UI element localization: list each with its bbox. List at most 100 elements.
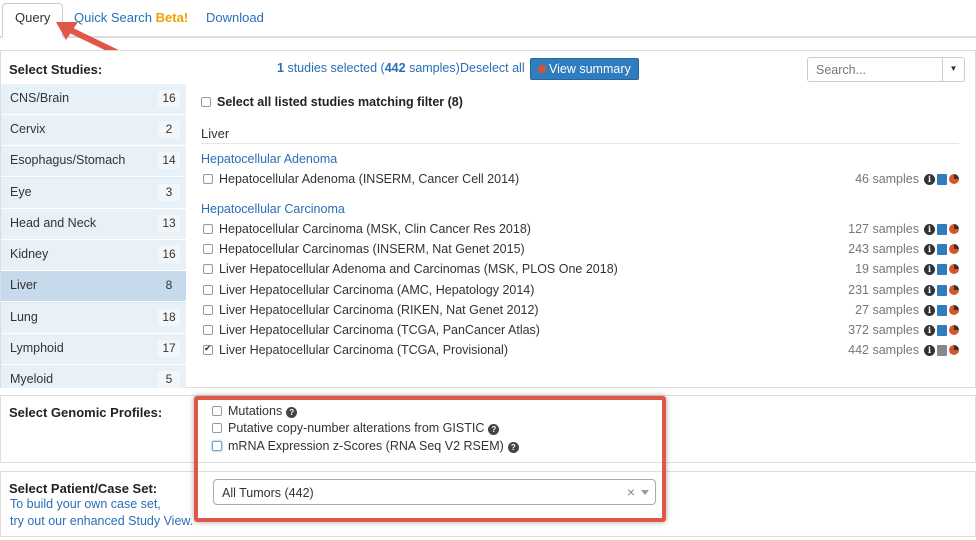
study-checkbox[interactable]: [203, 224, 213, 234]
study-row[interactable]: Hepatocellular Carcinoma (MSK, Clin Canc…: [201, 222, 959, 240]
search-dropdown-caret-icon[interactable]: ▼: [942, 58, 964, 81]
study-sample-count: 442 samples: [848, 343, 919, 357]
subgroup-hepatocellular-carcinoma[interactable]: Hepatocellular Carcinoma: [201, 202, 345, 216]
sidebar-item-count: 18: [158, 309, 180, 326]
study-name: Hepatocellular Carcinoma (MSK, Clin Canc…: [219, 222, 531, 236]
cancer-type-sidebar: CNS/Brain 16 Cervix 2 Esophagus/Stomach …: [1, 84, 186, 388]
selected-text-end: samples): [409, 61, 460, 75]
publication-icon[interactable]: [937, 285, 947, 296]
beta-badge: Beta!: [155, 10, 189, 25]
study-row[interactable]: Liver Hepatocellular Carcinoma (AMC, Hep…: [201, 283, 959, 301]
sidebar-item-label: Esophagus/Stomach: [10, 153, 126, 167]
tab-bar: Query Quick Search Beta! Download: [0, 0, 976, 38]
info-icon[interactable]: i: [924, 174, 935, 185]
info-icon[interactable]: i: [924, 244, 935, 255]
tab-download[interactable]: Download: [194, 4, 276, 38]
study-sample-count: 243 samples: [848, 242, 919, 256]
info-icon[interactable]: i: [924, 264, 935, 275]
study-name: Liver Hepatocellular Carcinoma (AMC, Hep…: [219, 283, 535, 297]
sidebar-item-liver[interactable]: Liver 8: [1, 271, 186, 302]
pie-chart-icon[interactable]: [949, 305, 959, 315]
case-set-link-line2[interactable]: try out our enhanced Study View.: [10, 514, 193, 528]
sidebar-item-label: Lung: [10, 310, 38, 324]
view-summary-button[interactable]: View summary: [530, 58, 639, 80]
study-row[interactable]: Liver Hepatocellular Adenoma and Carcino…: [201, 262, 959, 280]
study-name: Liver Hepatocellular Adenoma and Carcino…: [219, 262, 618, 276]
study-row[interactable]: Liver Hepatocellular Carcinoma (TCGA, Pa…: [201, 323, 959, 341]
study-checkbox[interactable]: [203, 244, 213, 254]
sidebar-item-lung[interactable]: Lung 18: [1, 303, 186, 334]
sidebar-item-kidney[interactable]: Kidney 16: [1, 240, 186, 271]
study-row[interactable]: Liver Hepatocellular Carcinoma (TCGA, Pr…: [201, 343, 959, 361]
sidebar-item-count: 16: [158, 90, 180, 107]
study-row[interactable]: Hepatocellular Adenoma (INSERM, Cancer C…: [201, 172, 959, 190]
pie-chart-icon[interactable]: [949, 174, 959, 184]
select-studies-title: Select Studies:: [9, 62, 103, 77]
pie-chart-icon[interactable]: [949, 285, 959, 295]
deselect-all-link[interactable]: Deselect all: [460, 61, 525, 75]
selection-summary: 1 studies selected (442 samples): [277, 61, 460, 75]
sidebar-item-label: Head and Neck: [10, 216, 97, 230]
case-set-link-line1[interactable]: To build your own case set,: [10, 497, 161, 511]
study-checkbox[interactable]: [203, 305, 213, 315]
info-icon[interactable]: i: [924, 345, 935, 356]
sidebar-item-label: Eye: [10, 185, 32, 199]
sidebar-item-label: Liver: [10, 278, 38, 292]
publication-icon[interactable]: [937, 244, 947, 255]
sidebar-item-count: 14: [158, 152, 180, 169]
study-row[interactable]: Liver Hepatocellular Carcinoma (RIKEN, N…: [201, 303, 959, 321]
sidebar-item-cervix[interactable]: Cervix 2: [1, 115, 186, 146]
study-checkbox[interactable]: [203, 174, 213, 184]
study-name: Hepatocellular Carcinomas (INSERM, Nat G…: [219, 242, 525, 256]
pie-chart-icon[interactable]: [949, 224, 959, 234]
sidebar-item-count: 13: [158, 215, 180, 232]
case-set-title: Select Patient/Case Set:: [9, 481, 158, 496]
info-icon[interactable]: i: [924, 305, 935, 316]
study-checkbox[interactable]: [203, 325, 213, 335]
study-search-input[interactable]: [808, 58, 943, 81]
pie-chart-icon[interactable]: [949, 325, 959, 335]
publication-icon[interactable]: [937, 224, 947, 235]
pie-chart-icon[interactable]: [949, 264, 959, 274]
info-icon[interactable]: i: [924, 325, 935, 336]
study-sample-count: 27 samples: [855, 303, 919, 317]
sidebar-item-count: 8: [158, 277, 180, 294]
select-all-studies[interactable]: Select all listed studies matching filte…: [201, 95, 463, 109]
study-checkbox[interactable]: [203, 285, 213, 295]
view-summary-label: View summary: [549, 62, 631, 76]
sidebar-item-eye[interactable]: Eye 3: [1, 178, 186, 209]
study-name: Liver Hepatocellular Carcinoma (TCGA, Pr…: [219, 343, 508, 357]
study-checkbox[interactable]: [203, 264, 213, 274]
sidebar-item-lymphoid[interactable]: Lymphoid 17: [1, 334, 186, 365]
study-sample-count: 46 samples: [855, 172, 919, 186]
publication-icon[interactable]: [937, 174, 947, 185]
study-sample-count: 127 samples: [848, 222, 919, 236]
sidebar-item-cns-brain[interactable]: CNS/Brain 16: [1, 84, 186, 115]
pie-chart-icon[interactable]: [949, 345, 959, 355]
publication-icon[interactable]: [937, 305, 947, 316]
study-search: ▼: [807, 57, 965, 82]
info-icon[interactable]: i: [924, 224, 935, 235]
sidebar-item-count: 16: [158, 246, 180, 263]
study-row[interactable]: Hepatocellular Carcinomas (INSERM, Nat G…: [201, 242, 959, 260]
sidebar-item-label: Kidney: [10, 247, 49, 261]
pie-chart-icon[interactable]: [949, 244, 959, 254]
info-icon[interactable]: i: [924, 285, 935, 296]
sidebar-item-head-and-neck[interactable]: Head and Neck 13: [1, 209, 186, 240]
study-checkbox[interactable]: [203, 343, 213, 355]
sidebar-item-count: 17: [158, 340, 180, 357]
select-all-checkbox[interactable]: [201, 97, 211, 107]
selected-sample-count: 442: [384, 61, 406, 75]
sidebar-item-label: Lymphoid: [10, 341, 64, 355]
sidebar-item-label: Cervix: [10, 122, 46, 136]
study-name: Liver Hepatocellular Carcinoma (TCGA, Pa…: [219, 323, 540, 337]
subgroup-hepatocellular-adenoma[interactable]: Hepatocellular Adenoma: [201, 152, 337, 166]
study-sample-count: 231 samples: [848, 283, 919, 297]
publication-icon[interactable]: [937, 325, 947, 336]
sidebar-item-myeloid[interactable]: Myeloid 5: [1, 365, 186, 388]
sidebar-item-count: 2: [158, 121, 180, 138]
sidebar-item-esophagus-stomach[interactable]: Esophagus/Stomach 14: [1, 146, 186, 177]
publication-icon[interactable]: [937, 345, 947, 356]
publication-icon[interactable]: [937, 264, 947, 275]
sidebar-item-label: CNS/Brain: [10, 91, 70, 105]
